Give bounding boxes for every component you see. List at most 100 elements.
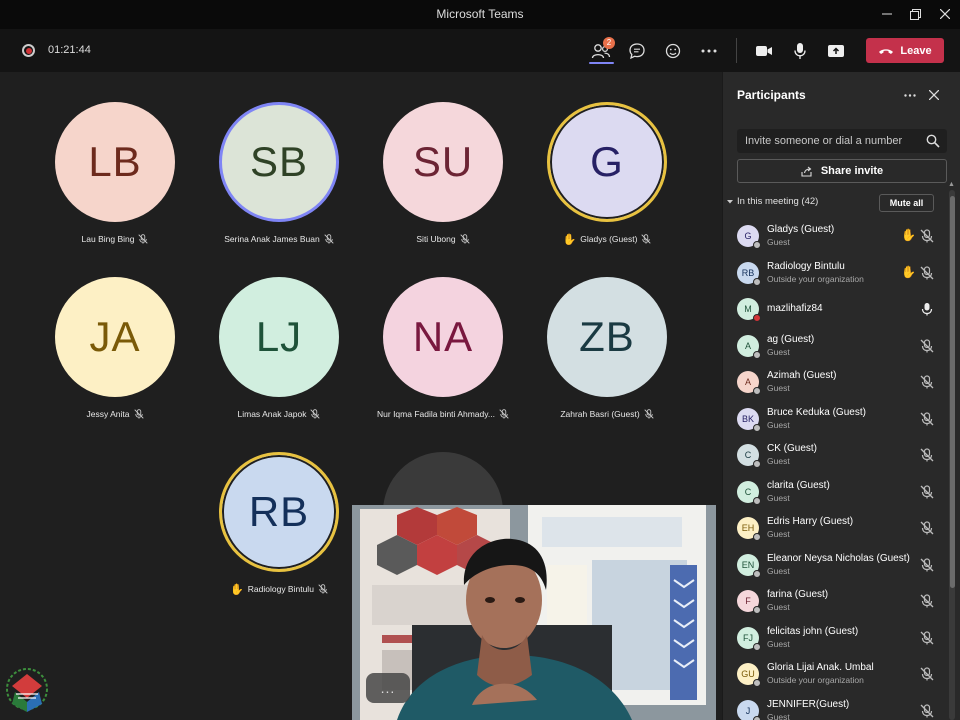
mic-off-icon-wrap xyxy=(920,630,934,645)
participant-tile[interactable]: RB ✋ Radiology Bintulu xyxy=(204,452,354,596)
mic-off-icon xyxy=(920,703,934,717)
participant-role: Guest xyxy=(767,638,790,649)
mute-all-button[interactable]: Mute all xyxy=(879,194,934,212)
tile-name-row: Limas Anak Japok xyxy=(204,407,354,421)
participant-tile[interactable]: SU Siti Ubong xyxy=(368,102,518,246)
mic-off-icon xyxy=(920,265,934,279)
participant-role: Guest xyxy=(767,602,790,612)
participant-name: ag (Guest) xyxy=(767,333,815,345)
raise-hand-reactions-icon xyxy=(665,43,681,59)
presence-status-icon xyxy=(753,277,761,286)
participant-avatar: EH xyxy=(737,517,761,541)
share-screen-button[interactable] xyxy=(823,38,849,64)
mic-off-icon xyxy=(920,229,934,243)
participant-avatar: F xyxy=(737,590,761,614)
leave-button[interactable]: Leave xyxy=(866,38,944,63)
presence-status-icon xyxy=(753,533,761,541)
maximize-button[interactable] xyxy=(904,4,926,24)
close-icon xyxy=(929,90,939,100)
participant-tile[interactable]: LJ Limas Anak Japok xyxy=(204,277,354,421)
avatar-initials: LB xyxy=(88,138,142,185)
mic-off-icon xyxy=(920,667,934,681)
avatar-initials: NA xyxy=(412,313,474,360)
in-meeting-section-header[interactable]: In this meeting (42) xyxy=(727,196,818,207)
participant-role: Outside your organization xyxy=(767,273,864,284)
mic-off-icon-wrap xyxy=(920,265,934,280)
reactions-button[interactable] xyxy=(660,38,686,64)
participant-tile[interactable]: LB Lau Bing Bing xyxy=(40,102,190,246)
mic-off-icon xyxy=(133,409,144,419)
avatar: NA xyxy=(383,277,503,397)
participant-row[interactable]: C clarita (Guest) Guest xyxy=(723,474,949,511)
share-invite-button[interactable]: Share invite xyxy=(737,159,947,183)
mic-off-icon-wrap xyxy=(920,229,934,243)
mic-off-icon xyxy=(920,375,934,389)
invite-search-input[interactable] xyxy=(737,129,947,153)
mic-off-icon-wrap xyxy=(920,521,934,535)
avatar: ZB xyxy=(547,277,667,397)
participant-row[interactable]: FJ felicitas john (Guest) Guest xyxy=(723,620,949,657)
participant-tile[interactable]: SB Serina Anak James Buan xyxy=(204,102,354,246)
tile-name: Siti Ubong xyxy=(416,234,456,244)
mic-off-icon xyxy=(920,630,934,644)
video-more-options-button[interactable]: ... xyxy=(366,673,410,703)
mic-off-icon-wrap xyxy=(920,448,934,462)
tile-name-row: Nur Iqma Fadila binti Ahmady... xyxy=(368,407,518,421)
participant-row[interactable]: GU Gloria Lijai Anak. Umbal Outside your… xyxy=(723,656,949,693)
more-icon xyxy=(904,93,916,97)
participant-role: Guest xyxy=(767,529,790,539)
participant-avatar: A xyxy=(737,334,761,359)
scrollbar-thumb[interactable] xyxy=(950,196,955,588)
participant-row[interactable]: BK Bruce Keduka (Guest) Guest xyxy=(723,401,949,438)
more-actions-button[interactable] xyxy=(696,38,722,64)
mic-off-icon-wrap xyxy=(920,411,934,426)
mic-off-icon xyxy=(920,557,934,571)
participants-button[interactable]: 2 xyxy=(588,37,615,64)
scroll-up-arrow-icon[interactable]: ▲ xyxy=(948,181,955,188)
minimize-button[interactable] xyxy=(876,4,898,24)
participant-role: Guest xyxy=(767,346,790,357)
meeting-stage: LB Lau Bing Bing SB Serina Anak James Bu… xyxy=(0,72,722,720)
camera-button[interactable] xyxy=(751,38,777,64)
mic-off-icon xyxy=(920,338,934,352)
close-window-button[interactable] xyxy=(934,4,956,24)
participant-initials: M xyxy=(744,304,752,314)
microphone-icon xyxy=(921,303,933,316)
participant-row[interactable]: A Azimah (Guest) Guest xyxy=(723,364,949,401)
avatar-initials: SB xyxy=(249,138,309,185)
participant-avatar: C xyxy=(737,444,761,468)
participant-row[interactable]: RB Radiology Bintulu Outside your organi… xyxy=(723,255,949,292)
participant-tile[interactable]: ZB Zahrah Basri (Guest) xyxy=(532,277,682,421)
mic-off-icon xyxy=(138,234,149,244)
panel-more-button[interactable] xyxy=(901,86,919,104)
restore-icon xyxy=(909,8,921,20)
raised-hand-icon: ✋ xyxy=(230,583,244,596)
participant-initials: J xyxy=(745,705,751,716)
microphone-button[interactable] xyxy=(787,38,813,64)
participant-row[interactable]: A ag (Guest) Guest xyxy=(723,328,949,365)
participant-tile[interactable]: JA Jessy Anita xyxy=(40,277,190,421)
mic-off-icon-wrap xyxy=(920,484,934,499)
chat-button[interactable] xyxy=(624,38,650,64)
participant-row[interactable]: EN Eleanor Neysa Nicholas (Guest) Guest xyxy=(723,547,949,584)
participant-tile[interactable]: NA Nur Iqma Fadila binti Ahmady... xyxy=(368,277,518,421)
participant-row[interactable]: F farina (Guest) Guest xyxy=(723,583,949,620)
participant-row[interactable]: C CK (Guest) Guest xyxy=(723,437,949,474)
participant-row[interactable]: EH Edris Harry (Guest) Guest xyxy=(723,510,949,547)
participant-name: CK (Guest) xyxy=(767,443,818,454)
participant-initials: F xyxy=(745,596,751,606)
participant-tile[interactable]: G ✋ Gladys (Guest) xyxy=(532,102,682,246)
participant-role: Outside your organization xyxy=(767,675,864,685)
mic-off-icon xyxy=(310,409,321,419)
participant-avatar: M xyxy=(737,298,761,322)
participant-role: Guest xyxy=(767,237,790,247)
panel-close-button[interactable] xyxy=(925,86,943,104)
participant-name: Edris Harry (Guest) xyxy=(767,516,854,527)
teams-window: Microsoft Teams 01:21:44 2 Leave LB Lau … xyxy=(0,0,960,720)
tile-name: Zahrah Basri (Guest) xyxy=(560,409,640,419)
participant-initials: C xyxy=(744,486,752,497)
participant-row[interactable]: M mazlihafiz84 xyxy=(723,291,949,328)
presence-status-icon xyxy=(753,496,761,505)
participant-row[interactable]: G Gladys (Guest) Guest ✋ xyxy=(723,218,949,255)
participant-row[interactable]: J JENNIFER(Guest) Guest xyxy=(723,693,949,720)
